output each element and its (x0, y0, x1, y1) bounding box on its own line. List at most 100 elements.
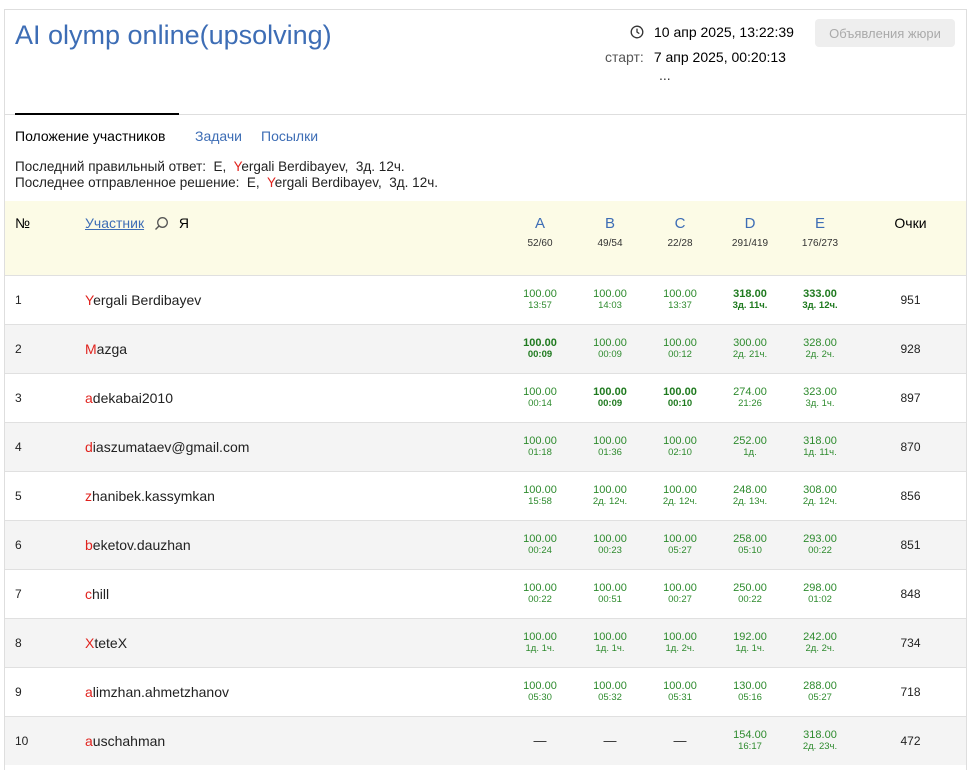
table-row: 1 Yergali Berdibayev 100.00 13:57 100.00 14:0… (5, 275, 966, 325)
rank-cell: 8 (5, 618, 85, 668)
problem-cell-first-solve[interactable]: 100.00 00:10 (645, 373, 715, 423)
col-problem-b[interactable]: B 49/54 (575, 201, 645, 276)
problem-score: 274.00 (733, 386, 767, 398)
problem-score: 100.00 (593, 386, 627, 398)
problem-time: 00:14 (528, 398, 552, 409)
problem-cell[interactable]: 250.00 00:22 (715, 569, 785, 619)
problem-cell[interactable]: 100.00 1д. 2ч. (645, 618, 715, 668)
problem-score: 318.00 (803, 435, 837, 447)
problem-time: 14:03 (598, 300, 622, 311)
problem-cell[interactable]: 100.00 02:10 (645, 422, 715, 472)
table-row: 9 alimzhan.ahmetzhanov 100.00 05:30 100.00 05… (5, 667, 966, 717)
problem-cell[interactable]: 100.00 05:30 (505, 667, 575, 717)
problem-cell-empty[interactable]: — (505, 716, 575, 765)
problem-cell[interactable]: 100.00 00:09 (575, 324, 645, 374)
tab-problems[interactable]: Задачи (195, 128, 242, 144)
problem-cell[interactable]: 154.00 16:17 (715, 716, 785, 765)
problem-cell[interactable]: 293.00 00:22 (785, 520, 855, 570)
problem-cell[interactable]: 100.00 1д. 1ч. (575, 618, 645, 668)
col-problem-a[interactable]: A 52/60 (505, 201, 575, 276)
problem-cell[interactable]: 100.00 13:37 (645, 275, 715, 325)
problem-cell[interactable]: 318.00 2д. 23ч. (785, 716, 855, 765)
problem-cell[interactable]: 100.00 05:27 (645, 520, 715, 570)
problem-cell[interactable]: 100.00 05:31 (645, 667, 715, 717)
me-filter[interactable]: Я (179, 215, 189, 231)
problem-cell-first-solve[interactable]: 318.00 3д. 11ч. (715, 275, 785, 325)
problem-cell[interactable]: 100.00 2д. 12ч. (645, 471, 715, 521)
problem-cell[interactable]: 100.00 00:24 (505, 520, 575, 570)
problem-cell[interactable]: 298.00 01:02 (785, 569, 855, 619)
more-ellipsis[interactable]: ... (659, 67, 671, 83)
problem-score: 100.00 (523, 484, 557, 496)
problem-cell[interactable]: 248.00 2д. 13ч. (715, 471, 785, 521)
problem-cell[interactable]: 274.00 21:26 (715, 373, 785, 423)
rank-cell: 2 (5, 324, 85, 374)
problem-cell[interactable]: 100.00 2д. 12ч. (575, 471, 645, 521)
tab-standings[interactable]: Положение участников (15, 128, 165, 144)
participant-cell: auschahman (85, 716, 505, 765)
problem-time: 00:51 (598, 594, 622, 605)
problem-time: 00:22 (808, 545, 832, 556)
problem-cell[interactable]: 300.00 2д. 21ч. (715, 324, 785, 374)
problem-cell[interactable]: 100.00 01:18 (505, 422, 575, 472)
participant-cell: diaszumataev@gmail.com (85, 422, 505, 472)
problem-cell-first-solve[interactable]: 100.00 00:09 (505, 324, 575, 374)
col-problem-e[interactable]: E 176/273 (785, 201, 855, 276)
participant-sort-link[interactable]: Участник (85, 215, 144, 231)
problem-cell[interactable]: 100.00 00:51 (575, 569, 645, 619)
problem-cell[interactable]: 100.00 13:57 (505, 275, 575, 325)
jury-announcements-button[interactable]: Объявления жюри (815, 19, 955, 47)
problem-time: 05:27 (668, 545, 692, 556)
problem-cell[interactable]: 252.00 1д. (715, 422, 785, 472)
problem-cell[interactable]: 258.00 05:10 (715, 520, 785, 570)
participant-cell: chill (85, 569, 505, 619)
total-score-cell: 856 (855, 471, 966, 521)
problem-cell-empty[interactable]: — (575, 716, 645, 765)
rank-cell: 9 (5, 667, 85, 717)
col-problem-d[interactable]: D 291/419 (715, 201, 785, 276)
rank-cell: 3 (5, 373, 85, 423)
problem-time: 1д. 1ч. (595, 643, 625, 654)
problem-cell[interactable]: 323.00 3д. 1ч. (785, 373, 855, 423)
problem-score: 250.00 (733, 582, 767, 594)
total-score-cell: 718 (855, 667, 966, 717)
problem-score: 318.00 (803, 729, 837, 741)
problem-cell-empty[interactable]: — (645, 716, 715, 765)
problem-cell[interactable]: 100.00 15:58 (505, 471, 575, 521)
problem-cell-first-solve[interactable]: 333.00 3д. 12ч. (785, 275, 855, 325)
problem-cell[interactable]: 100.00 1д. 1ч. (505, 618, 575, 668)
problem-cell[interactable]: 100.00 00:12 (645, 324, 715, 374)
problem-score: 288.00 (803, 680, 837, 692)
problem-cell[interactable]: 242.00 2д. 2ч. (785, 618, 855, 668)
problem-score: 100.00 (663, 631, 697, 643)
problem-cell[interactable]: 100.00 00:22 (505, 569, 575, 619)
col-problem-c[interactable]: C 22/28 (645, 201, 715, 276)
search-icon[interactable] (154, 216, 169, 231)
problem-cell[interactable]: 318.00 1д. 11ч. (785, 422, 855, 472)
problem-score: 100.00 (523, 337, 557, 349)
tab-submissions[interactable]: Посылки (261, 128, 318, 144)
problem-cell[interactable]: 100.00 00:23 (575, 520, 645, 570)
table-row: 10 auschahman — — —154.00 16:17 318.00 2д. 23ч.… (5, 716, 966, 765)
problem-time: 13:37 (668, 300, 692, 311)
problem-time: 00:24 (528, 545, 552, 556)
problem-time: 01:36 (598, 447, 622, 458)
problem-cell[interactable]: 328.00 2д. 2ч. (785, 324, 855, 374)
problem-cell[interactable]: 130.00 05:16 (715, 667, 785, 717)
problem-cell[interactable]: 288.00 05:27 (785, 667, 855, 717)
problem-cell-first-solve[interactable]: 100.00 00:09 (575, 373, 645, 423)
col-participant-header: Участник Я (85, 201, 505, 276)
problem-cell[interactable]: 100.00 00:27 (645, 569, 715, 619)
problem-cell[interactable]: 100.00 05:32 (575, 667, 645, 717)
participant-cell: alimzhan.ahmetzhanov (85, 667, 505, 717)
contest-title: AI olymp online(upsolving) (15, 20, 332, 50)
problem-cell[interactable]: 100.00 01:36 (575, 422, 645, 472)
problem-cell[interactable]: 308.00 2д. 12ч. (785, 471, 855, 521)
col-score-header: Очки (855, 201, 966, 276)
problem-cell[interactable]: 100.00 14:03 (575, 275, 645, 325)
problem-score: 130.00 (733, 680, 767, 692)
participant-name: teteX (94, 635, 128, 651)
problem-cell[interactable]: 192.00 1д. 1ч. (715, 618, 785, 668)
problem-score: 100.00 (523, 680, 557, 692)
problem-cell[interactable]: 100.00 00:14 (505, 373, 575, 423)
